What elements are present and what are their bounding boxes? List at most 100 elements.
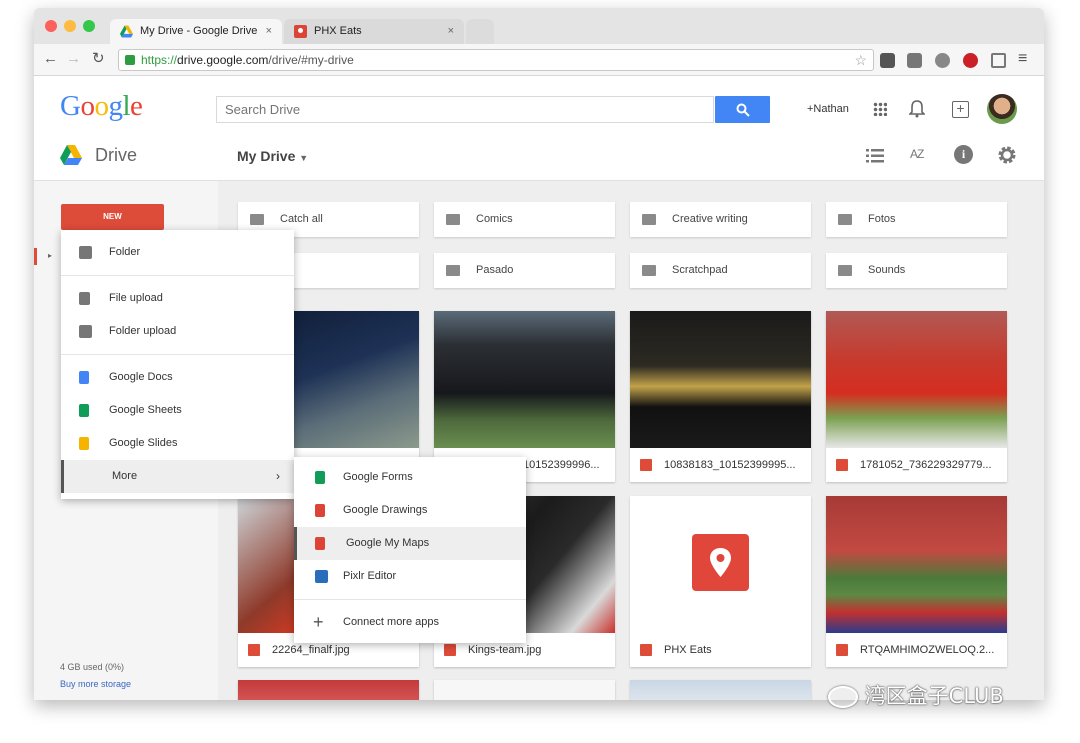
pocket-icon[interactable]	[880, 53, 895, 68]
list-view-icon[interactable]	[866, 149, 884, 163]
drawings-icon	[315, 504, 325, 517]
menu-item-google-drawings[interactable]: Google Drawings	[294, 494, 526, 527]
bookmark-star-icon[interactable]: ☆	[854, 50, 867, 70]
breadcrumb[interactable]: My Drive ▼	[237, 148, 308, 164]
address-bar[interactable]: https://drive.google.com/drive/#my-drive…	[118, 49, 874, 71]
menu-item-pixlr-editor[interactable]: Pixlr Editor	[294, 560, 526, 593]
menu-item-label: More	[112, 470, 138, 482]
file-card[interactable]: 1781052_736229329779...	[826, 311, 1007, 482]
mymaps-icon	[315, 537, 325, 550]
menu-item-google-sheets[interactable]: Google Sheets	[61, 394, 294, 427]
google-logo[interactable]: Google	[60, 90, 143, 123]
menu-item-label: Pixlr Editor	[343, 570, 397, 582]
folder-upload-icon	[79, 325, 92, 338]
close-tab-icon[interactable]: ×	[448, 19, 454, 44]
search-icon	[736, 103, 750, 117]
cast-icon[interactable]	[991, 53, 1006, 68]
file-card[interactable]: 10838183_10152399995...	[630, 311, 811, 482]
forms-icon	[315, 471, 325, 484]
search-button[interactable]	[715, 96, 770, 123]
forward-arrow-icon[interactable]: →	[66, 49, 81, 69]
search-input[interactable]	[216, 96, 714, 123]
user-link[interactable]: +Nathan	[807, 103, 849, 115]
evernote-icon[interactable]	[907, 53, 922, 68]
apps-grid-icon[interactable]	[873, 102, 887, 116]
close-window-button[interactable]	[45, 20, 57, 32]
file-card[interactable]: PHX Eats	[630, 496, 811, 667]
sort-az-icon[interactable]: AZ	[910, 147, 924, 161]
drive-logo-icon	[60, 145, 82, 165]
tab-title: PHX Eats	[314, 25, 362, 37]
folder-item[interactable]: Pasado	[434, 253, 615, 288]
tab-phx-eats[interactable]: PHX Eats ×	[284, 19, 464, 44]
new-menu: Folder File upload Folder upload Google …	[61, 230, 294, 499]
file-thumbnail	[826, 496, 1007, 633]
folder-item[interactable]: Scratchpad	[630, 253, 811, 288]
google-header: Google +Nathan +	[34, 76, 1044, 131]
app-name: Drive	[95, 145, 138, 165]
share-add-icon[interactable]: +	[952, 101, 969, 118]
maximize-window-button[interactable]	[83, 20, 95, 32]
menu-divider	[61, 354, 294, 355]
menu-item-folder-upload[interactable]: Folder upload	[61, 315, 294, 348]
folder-name: Fotos	[868, 213, 896, 225]
pinterest-icon[interactable]	[963, 53, 978, 68]
tab-title: My Drive - Google Drive	[140, 25, 258, 37]
file-card[interactable]: RTQAMHIMOZWELOQ.2...	[826, 496, 1007, 667]
file-name: 1781052_736229329779...	[860, 459, 992, 471]
menu-item-file-upload[interactable]: File upload	[61, 282, 294, 315]
file-thumbnail	[434, 311, 615, 448]
menu-item-google-my-maps[interactable]: Google My Maps	[294, 527, 526, 560]
menu-item-google-slides[interactable]: Google Slides	[61, 427, 294, 460]
settings-gear-icon[interactable]	[997, 145, 1017, 165]
menu-hamburger-icon[interactable]: ≡	[1018, 49, 1027, 69]
docs-icon	[79, 371, 89, 384]
pixlr-icon	[315, 570, 328, 583]
menu-item-folder[interactable]: Folder	[61, 236, 294, 269]
menu-item-label: Google Sheets	[109, 404, 182, 416]
watermark: 湾区盒子CLUB	[828, 680, 1004, 712]
folder-item[interactable]: Fotos	[826, 202, 1007, 237]
file-caption: RTQAMHIMOZWELOQ.2...	[826, 633, 1007, 667]
file-name: Kings-team.jpg	[468, 644, 542, 656]
minimize-window-button[interactable]	[64, 20, 76, 32]
menu-item-more[interactable]: More ›	[61, 460, 294, 493]
folder-name: Pasado	[476, 264, 514, 276]
drive-favicon-icon	[120, 25, 133, 38]
folder-icon	[642, 214, 656, 225]
menu-item-google-docs[interactable]: Google Docs	[61, 361, 294, 394]
file-name: PHX Eats	[664, 644, 712, 656]
reload-icon[interactable]: ↻	[92, 49, 105, 69]
tab-my-drive[interactable]: My Drive - Google Drive ×	[110, 19, 282, 44]
expand-arrow-icon[interactable]: ▸	[48, 251, 52, 260]
notifications-bell-icon[interactable]	[909, 100, 925, 118]
menu-item-connect-apps[interactable]: + Connect more apps	[294, 606, 526, 639]
menu-divider	[61, 275, 294, 276]
file-caption: 1781052_736229329779...	[826, 448, 1007, 482]
folder-item[interactable]: Comics	[434, 202, 615, 237]
info-icon[interactable]: i	[954, 145, 973, 164]
lock-icon	[125, 55, 135, 65]
sheets-icon	[79, 404, 89, 417]
folder-item[interactable]: Sounds	[826, 253, 1007, 288]
folder-icon	[642, 265, 656, 276]
folder-name: Sounds	[868, 264, 906, 276]
new-button[interactable]: NEW	[61, 204, 164, 230]
image-file-icon	[248, 644, 260, 656]
back-arrow-icon[interactable]: ←	[43, 49, 58, 69]
new-tab-button[interactable]	[466, 19, 494, 44]
menu-item-label: Google Docs	[109, 371, 173, 383]
file-card[interactable]	[630, 680, 811, 700]
menu-divider	[294, 599, 526, 600]
file-card[interactable]	[238, 680, 419, 700]
file-thumbnail	[630, 311, 811, 448]
buy-storage-link[interactable]: Buy more storage	[60, 679, 131, 689]
folder-plus-icon	[79, 246, 92, 259]
menu-item-google-forms[interactable]: Google Forms	[294, 461, 526, 494]
extension-icon[interactable]	[935, 53, 950, 68]
close-tab-icon[interactable]: ×	[266, 19, 272, 44]
file-card[interactable]	[434, 680, 615, 700]
avatar[interactable]	[987, 94, 1017, 124]
file-caption: 10838183_10152399995...	[630, 448, 811, 482]
folder-item[interactable]: Creative writing	[630, 202, 811, 237]
